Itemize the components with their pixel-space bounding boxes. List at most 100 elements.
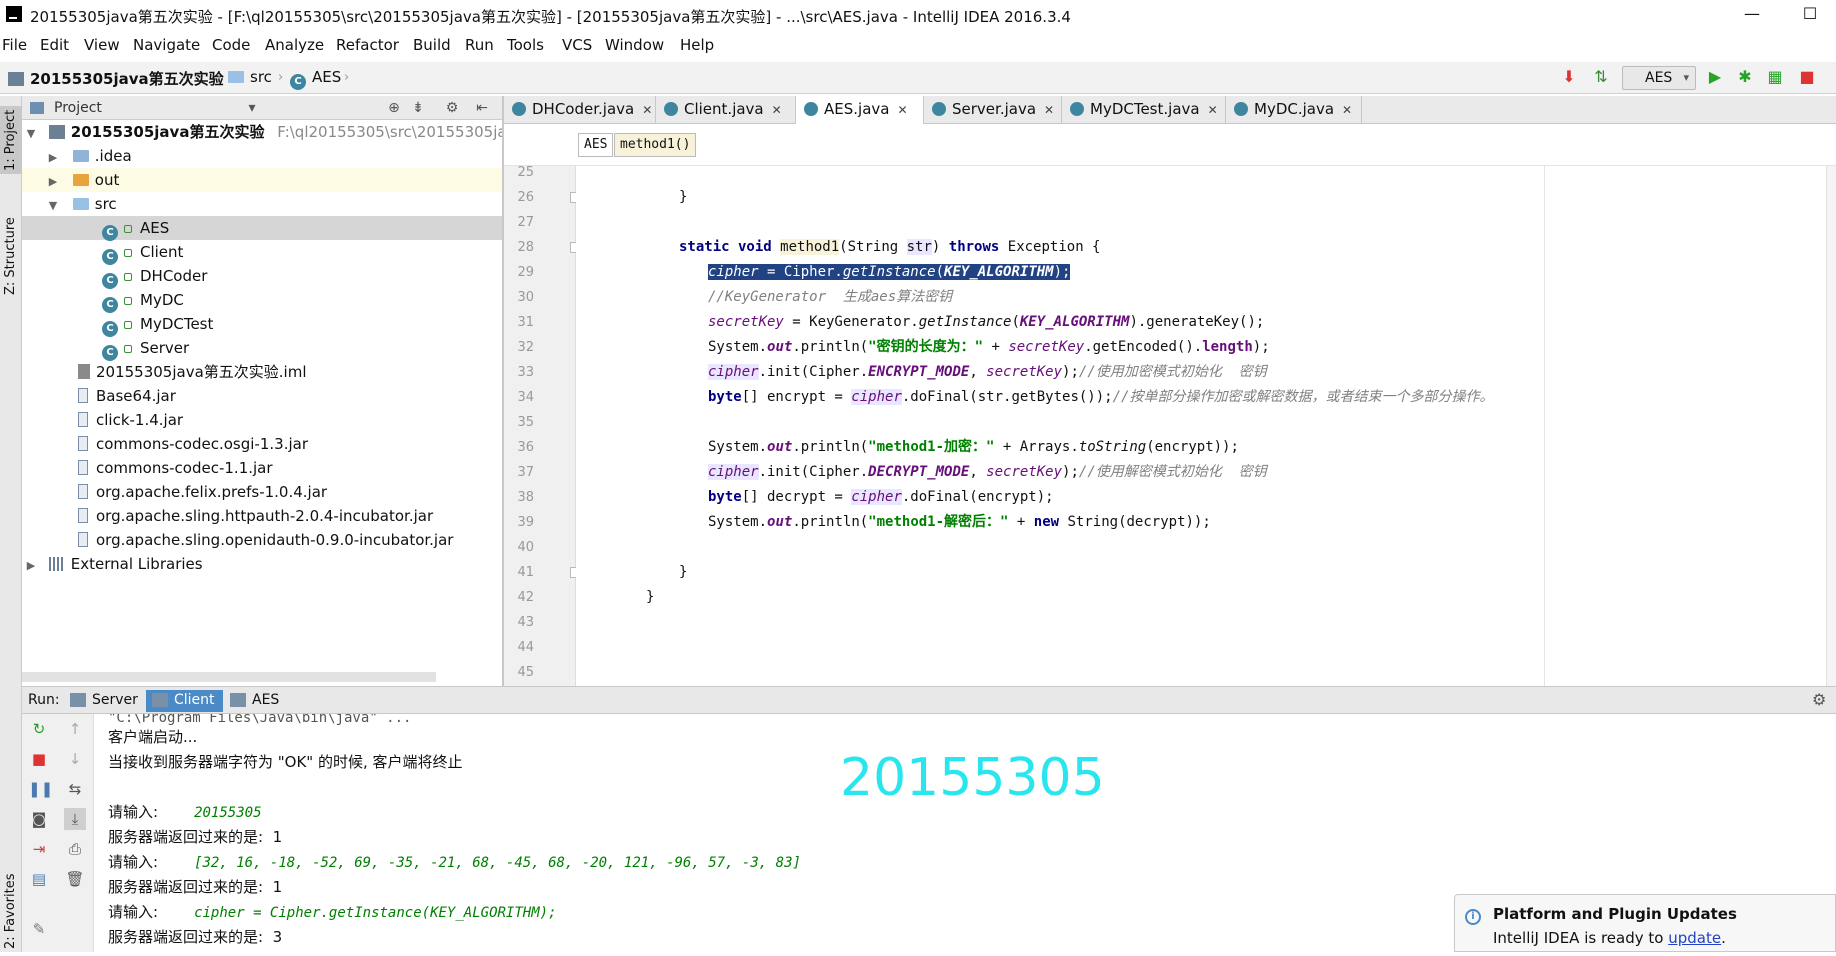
tree-item-mydctest[interactable]: C MyDCTest bbox=[22, 312, 502, 337]
print-icon[interactable]: ⎙ bbox=[64, 838, 86, 860]
close-icon[interactable]: ✕ bbox=[642, 103, 652, 117]
tool-tab-favorites[interactable]: 2: Favorites bbox=[0, 866, 22, 956]
window-title: 20155305java第五次实验 - [F:\ql20155305\src\2… bbox=[30, 8, 1071, 26]
locate-icon[interactable]: ⊕ bbox=[384, 98, 404, 118]
run-tab-aes[interactable]: AES bbox=[224, 690, 287, 712]
hide-panel-icon[interactable]: ⇤ bbox=[472, 98, 492, 118]
rerun-icon[interactable]: ↻ bbox=[28, 718, 50, 740]
breadcrumb-method[interactable]: method1() bbox=[614, 133, 697, 157]
tab-client[interactable]: Client.java ✕ bbox=[656, 96, 796, 124]
tree-item-jar[interactable]: org.apache.sling.httpauth-2.0.4-incubato… bbox=[22, 504, 502, 528]
gear-icon[interactable]: ⚙ bbox=[442, 98, 462, 118]
tree-item-jar[interactable]: Base64.jar bbox=[22, 384, 502, 408]
nav-src-folder[interactable]: src bbox=[228, 68, 272, 86]
nav-project[interactable]: 20155305java第五次实验 bbox=[8, 68, 224, 89]
soft-wrap-icon[interactable]: ⇆ bbox=[64, 778, 86, 800]
tree-item-jar[interactable]: org.apache.felix.prefs-1.0.4.jar bbox=[22, 480, 502, 504]
tree-item-client[interactable]: C Client bbox=[22, 240, 502, 265]
menu-edit[interactable]: Edit bbox=[40, 36, 69, 54]
collapse-icon[interactable]: ⇟ bbox=[408, 98, 428, 118]
arrow-down-icon[interactable]: ↓ bbox=[64, 748, 86, 770]
expand-arrow-icon[interactable]: ▼ bbox=[24, 122, 38, 146]
tab-mydc[interactable]: MyDC.java ✕ bbox=[1226, 96, 1362, 124]
menu-window[interactable]: Window bbox=[605, 36, 664, 54]
close-icon[interactable]: ✕ bbox=[1342, 103, 1352, 117]
tool-tab-structure[interactable]: Z: Structure bbox=[0, 206, 22, 306]
editor-vertical-scrollbar[interactable] bbox=[1826, 166, 1836, 686]
collapsed-arrow-icon[interactable]: ▶ bbox=[46, 146, 60, 170]
minimize-button[interactable]: — bbox=[1732, 2, 1772, 28]
pause-icon[interactable]: ❚❚ bbox=[28, 778, 53, 800]
java-class-icon: C bbox=[102, 321, 118, 337]
download-arrow-icon[interactable]: ⬇ bbox=[1558, 66, 1580, 88]
pin-icon[interactable]: ✎ bbox=[28, 918, 50, 940]
tree-item-project-root[interactable]: ▼ 20155305java第五次实验 F:\ql20155305\src\20… bbox=[22, 120, 540, 146]
trash-icon[interactable]: 🗑 bbox=[64, 868, 86, 890]
update-link[interactable]: update bbox=[1668, 929, 1721, 947]
menu-refactor[interactable]: Refactor bbox=[336, 36, 399, 54]
line-number: 34 bbox=[517, 390, 534, 405]
scroll-to-end-icon[interactable]: ⤓ bbox=[64, 808, 86, 830]
tree-item-jar[interactable]: click-1.4.jar bbox=[22, 408, 502, 432]
coverage-icon[interactable]: ▦ bbox=[1764, 66, 1786, 88]
tab-server[interactable]: Server.java ✕ bbox=[924, 96, 1062, 124]
tree-item-aes[interactable]: C AES bbox=[22, 216, 502, 241]
menu-view[interactable]: View bbox=[84, 36, 120, 54]
tree-item-idea[interactable]: ▶ .idea bbox=[22, 144, 502, 168]
run-tab-client[interactable]: Client bbox=[146, 690, 223, 712]
close-icon[interactable]: ✕ bbox=[772, 103, 782, 117]
project-view-selector[interactable]: Project bbox=[54, 100, 102, 116]
tree-item-server[interactable]: C Server bbox=[22, 336, 502, 361]
console-line: 服务器端返回过来的是: 1 bbox=[108, 828, 283, 846]
close-icon[interactable]: ✕ bbox=[897, 103, 907, 117]
menu-help[interactable]: Help bbox=[680, 36, 714, 54]
menu-file[interactable]: File bbox=[2, 36, 27, 54]
menu-tools[interactable]: Tools bbox=[507, 36, 544, 54]
nav-aes-file[interactable]: C AES bbox=[290, 68, 341, 90]
horizontal-scrollbar[interactable] bbox=[22, 672, 436, 682]
exit-icon[interactable]: ⇥ bbox=[28, 838, 50, 860]
tool-tab-project[interactable]: 1: Project bbox=[0, 106, 22, 174]
stop-icon[interactable]: ■ bbox=[28, 748, 50, 770]
menu-analyze[interactable]: Analyze bbox=[265, 36, 324, 54]
run-tab-server[interactable]: Server bbox=[64, 690, 146, 712]
close-icon[interactable]: ✕ bbox=[1208, 103, 1218, 117]
arrow-up-icon[interactable]: ↑ bbox=[64, 718, 86, 740]
menu-code[interactable]: Code bbox=[212, 36, 250, 54]
console-icon bbox=[70, 693, 86, 707]
sort-arrows-icon[interactable]: ⇅ bbox=[1590, 66, 1612, 88]
stop-icon[interactable]: ■ bbox=[1796, 66, 1818, 88]
expand-arrow-icon[interactable]: ▼ bbox=[46, 194, 60, 218]
tree-item-src[interactable]: ▼ src bbox=[22, 192, 502, 216]
tab-mydctest[interactable]: MyDCTest.java ✕ bbox=[1062, 96, 1226, 124]
tree-item-jar[interactable]: commons-codec.osgi-1.3.jar bbox=[22, 432, 502, 456]
menu-run[interactable]: Run bbox=[465, 36, 494, 54]
tree-item-iml[interactable]: 20155305java第五次实验.iml bbox=[22, 360, 502, 384]
info-icon: i bbox=[1465, 909, 1481, 925]
camera-icon[interactable]: ◙ bbox=[28, 808, 50, 830]
menu-navigate[interactable]: Navigate bbox=[133, 36, 200, 54]
tab-aes[interactable]: AES.java ✕ bbox=[796, 96, 924, 124]
run-icon[interactable]: ▶ bbox=[1704, 66, 1726, 88]
tree-item-jar[interactable]: org.apache.sling.openidauth-0.9.0-incuba… bbox=[22, 528, 502, 552]
tree-item-jar[interactable]: commons-codec-1.1.jar bbox=[22, 456, 502, 480]
code-editor[interactable]: } static void method1(String str) throws… bbox=[576, 166, 1836, 686]
tree-item-out[interactable]: ▶ out bbox=[22, 168, 502, 192]
collapsed-arrow-icon[interactable]: ▶ bbox=[46, 170, 60, 194]
debug-icon[interactable]: ✱ bbox=[1734, 66, 1756, 88]
layout-icon[interactable]: ▤ bbox=[28, 868, 50, 890]
run-config-dropdown[interactable]: AES bbox=[1622, 66, 1696, 90]
close-icon[interactable]: ✕ bbox=[1044, 103, 1054, 117]
maximize-button[interactable]: ☐ bbox=[1790, 2, 1830, 28]
update-notification[interactable]: i Platform and Plugin Updates IntelliJ I… bbox=[1454, 894, 1836, 952]
tree-item-external-libraries[interactable]: ▶ External Libraries bbox=[22, 552, 502, 576]
menu-vcs[interactable]: VCS bbox=[562, 36, 592, 54]
breadcrumb-class[interactable]: AES bbox=[578, 133, 614, 157]
tab-dhcoder[interactable]: DHCoder.java ✕ bbox=[504, 96, 656, 124]
menu-build[interactable]: Build bbox=[413, 36, 451, 54]
gear-icon[interactable]: ⚙ bbox=[1812, 690, 1826, 709]
tree-item-dhcoder[interactable]: C DHCoder bbox=[22, 264, 502, 289]
collapsed-arrow-icon[interactable]: ▶ bbox=[24, 554, 38, 578]
tree-item-mydc[interactable]: C MyDC bbox=[22, 288, 502, 313]
chevron-down-icon[interactable]: ▾ bbox=[242, 98, 262, 118]
